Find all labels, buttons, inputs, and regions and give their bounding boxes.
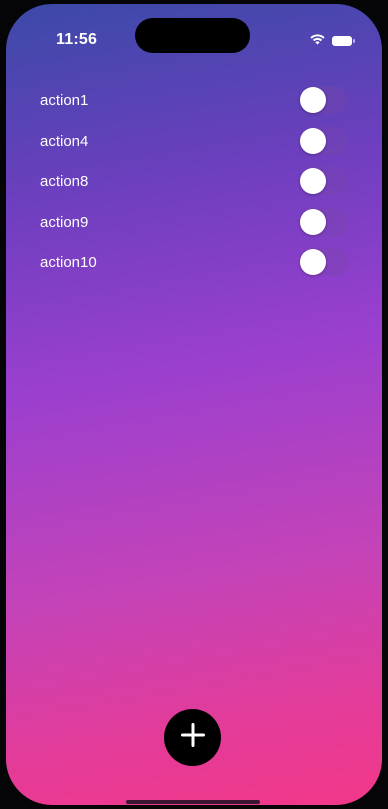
status-time: 11:56 (56, 31, 98, 48)
list-item: action8 (6, 163, 382, 204)
battery-icon (332, 36, 355, 46)
list-item: action10 (6, 244, 382, 285)
list-item: action1 (6, 82, 382, 123)
plus-icon (179, 721, 207, 754)
home-indicator[interactable] (126, 800, 260, 804)
action-toggle[interactable] (300, 86, 348, 114)
action-toggle[interactable] (300, 167, 348, 195)
list-item: action9 (6, 204, 382, 245)
action-toggle[interactable] (300, 126, 348, 155)
add-action-button[interactable] (164, 709, 221, 766)
list-item: action4 (6, 123, 382, 164)
action-label: action10 (40, 254, 97, 271)
action-label: action9 (40, 213, 89, 231)
phone-frame: 11:56 action1 action4 action8 action9 ac… (0, 0, 388, 809)
dynamic-island (135, 18, 250, 53)
action-list: action1 action4 action8 action9 action10 (6, 82, 382, 285)
action-label: action1 (40, 92, 89, 109)
wifi-icon (309, 32, 326, 50)
toggle-knob (300, 87, 326, 113)
action-label: action8 (40, 173, 89, 190)
action-toggle[interactable] (300, 248, 348, 276)
app-screen: 11:56 action1 action4 action8 action9 ac… (6, 4, 382, 805)
toggle-knob (300, 168, 326, 194)
toggle-knob (300, 208, 326, 235)
toggle-knob (300, 127, 326, 154)
toggle-knob (300, 249, 326, 275)
action-toggle[interactable] (300, 207, 348, 236)
action-label: action4 (40, 132, 89, 150)
status-icons (309, 32, 355, 50)
